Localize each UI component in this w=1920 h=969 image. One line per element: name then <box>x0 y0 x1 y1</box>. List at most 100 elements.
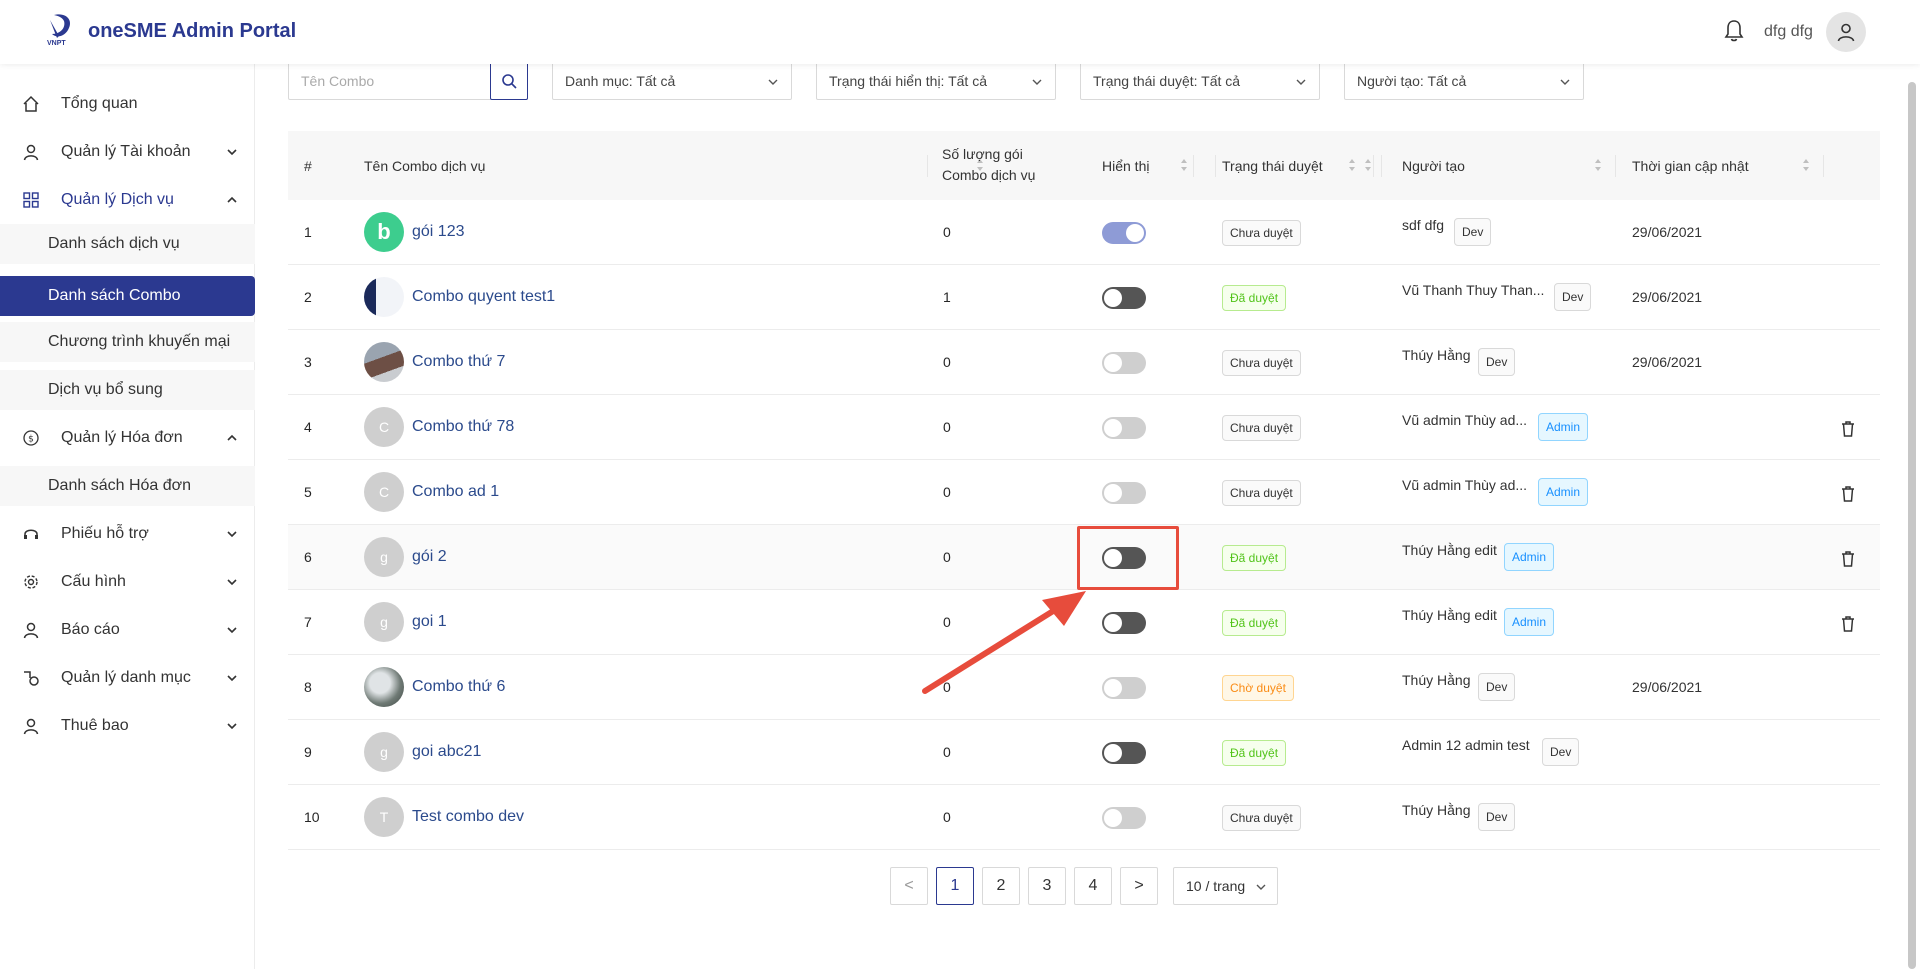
column-approval[interactable]: Trạng thái duyệt <box>1222 131 1382 200</box>
status-badge: Chưa duyệt <box>1222 415 1301 441</box>
display-toggle[interactable] <box>1102 612 1146 634</box>
table-row[interactable]: 5 C Combo ad 1 0 Chưa duyệt Vũ admin Thù… <box>288 460 1880 525</box>
sidebar-item-promotions[interactable]: Chương trình khuyến mại <box>0 322 255 362</box>
delete-icon[interactable] <box>1840 615 1856 632</box>
combo-name-link[interactable]: gói 123 <box>412 223 465 241</box>
combo-name-link[interactable]: Combo thứ 78 <box>412 418 514 436</box>
table-row[interactable]: 1 b gói 123 0 Chưa duyệt sdf dfg Dev 29/… <box>288 200 1880 265</box>
display-toggle[interactable] <box>1102 222 1146 244</box>
sidebar-item-accounts[interactable]: Quản lý Tài khoản <box>0 132 255 172</box>
headset-icon <box>24 529 38 539</box>
display-toggle[interactable] <box>1102 742 1146 764</box>
row-index: 5 <box>304 484 312 500</box>
creator-filter-select[interactable]: Người tạo: Tất cả <box>1344 62 1584 100</box>
updated-date: 29/06/2021 <box>1632 679 1703 695</box>
sidebar-item-label: Dịch vụ bổ sung <box>48 381 163 398</box>
toggle-knob <box>1104 614 1122 632</box>
bell-icon[interactable] <box>1722 18 1746 44</box>
combo-avatar: C <box>364 407 404 447</box>
table-row[interactable]: 4 C Combo thứ 78 0 Chưa duyệt Vũ admin T… <box>288 395 1880 460</box>
prev-page-button[interactable]: < <box>890 867 928 905</box>
sidebar-item-support-tickets[interactable]: Phiếu hỗ trợ <box>0 514 255 554</box>
toggle-knob <box>1104 289 1122 307</box>
combo-name-link[interactable]: gói 2 <box>412 548 447 566</box>
column-name-label: Tên Combo dịch vụ <box>364 157 486 174</box>
sort-icon <box>1181 159 1187 171</box>
page-size-select[interactable]: 10 / trang <box>1173 867 1278 905</box>
table-row[interactable]: 9 g goi abc21 0 Đã duyệt Admin 12 admin … <box>288 720 1880 785</box>
chevron-down-icon <box>227 627 237 634</box>
column-creator[interactable]: Người tạo <box>1402 131 1616 200</box>
creator-filter-value: Người tạo: Tất cả <box>1357 73 1467 89</box>
combo-search-box[interactable]: Tên Combo <box>288 62 528 100</box>
combo-name-link[interactable]: Combo ad 1 <box>412 483 499 501</box>
combo-name-link[interactable]: Combo thứ 6 <box>412 678 505 696</box>
column-updated-label: Thời gian cập nhật <box>1632 157 1749 174</box>
column-creator-label: Người tạo <box>1402 157 1465 174</box>
sidebar-item-reports[interactable]: Báo cáo <box>0 610 255 650</box>
sidebar-item-services[interactable]: Quản lý Dịch vụ <box>0 180 255 220</box>
username[interactable]: dfg dfg <box>1764 23 1813 41</box>
approval-status-filter-select[interactable]: Trạng thái duyệt: Tất cả <box>1080 62 1320 100</box>
table-row[interactable]: 2 Combo quyent test1 1 Đã duyệt Vũ Thanh… <box>288 265 1880 330</box>
sidebar-item-invoice-list[interactable]: Danh sách Hóa đơn <box>0 466 255 506</box>
combo-name-link[interactable]: Test combo dev <box>412 808 524 826</box>
display-toggle[interactable] <box>1102 352 1146 374</box>
role-tag: Admin <box>1504 543 1555 571</box>
sidebar-item-service-list[interactable]: Danh sách dịch vụ <box>0 224 255 264</box>
next-page-button[interactable]: > <box>1120 867 1158 905</box>
combo-name-link[interactable]: goi abc21 <box>412 743 481 761</box>
combo-name-link[interactable]: Combo thứ 7 <box>412 353 505 371</box>
page-1-button[interactable]: 1 <box>936 867 974 905</box>
user-avatar[interactable] <box>1826 12 1866 52</box>
role-tag: Dev <box>1478 673 1516 701</box>
display-toggle[interactable] <box>1102 677 1146 699</box>
display-toggle[interactable] <box>1102 417 1146 439</box>
search-button[interactable] <box>490 62 528 100</box>
creator-name: Vũ admin Thùy ad... <box>1402 412 1528 428</box>
category-filter-select[interactable]: Danh mục: Tất cả <box>552 62 792 100</box>
sidebar-item-invoices[interactable]: $ Quản lý Hóa đơn <box>0 418 255 458</box>
search-icon <box>502 74 517 89</box>
combo-name-link[interactable]: goi 1 <box>412 613 447 631</box>
status-badge: Đã duyệt <box>1222 285 1287 311</box>
chevron-down-icon <box>227 723 237 730</box>
sidebar-item-categories[interactable]: Quản lý danh mục <box>0 658 255 698</box>
sidebar-item-label: Chương trình khuyến mại <box>48 333 231 350</box>
chevron-down-icon <box>1560 79 1570 85</box>
delete-icon[interactable] <box>1840 485 1856 502</box>
delete-icon[interactable] <box>1840 550 1856 567</box>
display-toggle[interactable] <box>1102 807 1146 829</box>
sidebar-item-subscriptions[interactable]: Thuê bao <box>0 706 255 746</box>
page-scrollbar[interactable] <box>1908 82 1916 969</box>
chevron-up-icon <box>227 196 237 203</box>
updated-date: 29/06/2021 <box>1632 354 1703 370</box>
column-display[interactable]: Hiển thị <box>1102 131 1194 200</box>
delete-icon[interactable] <box>1840 420 1856 437</box>
updated-date: 29/06/2021 <box>1632 289 1703 305</box>
table-row[interactable]: 3 Combo thứ 7 0 Chưa duyệt Thúy Hằng Dev… <box>288 330 1880 395</box>
column-updated[interactable]: Thời gian cập nhật <box>1632 131 1824 200</box>
approval-status-filter-value: Trạng thái duyệt: Tất cả <box>1093 73 1241 89</box>
sidebar-item-combo-list[interactable]: Danh sách Combo <box>0 276 255 316</box>
display-status-filter-select[interactable]: Trạng thái hiển thị: Tất cả <box>816 62 1056 100</box>
app-title[interactable]: oneSME Admin Portal <box>88 20 296 43</box>
sidebar: Tổng quan Quản lý Tài khoản Quản lý Dịch… <box>0 64 255 969</box>
combo-name-link[interactable]: Combo quyent test1 <box>412 288 555 306</box>
home-icon <box>23 95 39 112</box>
display-toggle[interactable] <box>1102 287 1146 309</box>
creator-name: Thúy Hằng <box>1402 672 1471 688</box>
search-input[interactable]: Tên Combo <box>301 73 374 89</box>
table-row[interactable]: 10 T Test combo dev 0 Chưa duyệt Thúy Hằ… <box>288 785 1880 850</box>
sidebar-item-settings[interactable]: Cấu hình <box>0 562 255 602</box>
status-badge: Chưa duyệt <box>1222 805 1301 831</box>
sidebar-item-addon-services[interactable]: Dịch vụ bổ sung <box>0 370 255 410</box>
sidebar-item-overview[interactable]: Tổng quan <box>0 84 255 124</box>
page-4-button[interactable]: 4 <box>1074 867 1112 905</box>
toggle-knob <box>1104 484 1122 502</box>
page-3-button[interactable]: 3 <box>1028 867 1066 905</box>
creator-name: Thúy Hằng <box>1402 347 1471 363</box>
page-2-button[interactable]: 2 <box>982 867 1020 905</box>
row-index: 1 <box>304 224 312 240</box>
display-toggle[interactable] <box>1102 482 1146 504</box>
